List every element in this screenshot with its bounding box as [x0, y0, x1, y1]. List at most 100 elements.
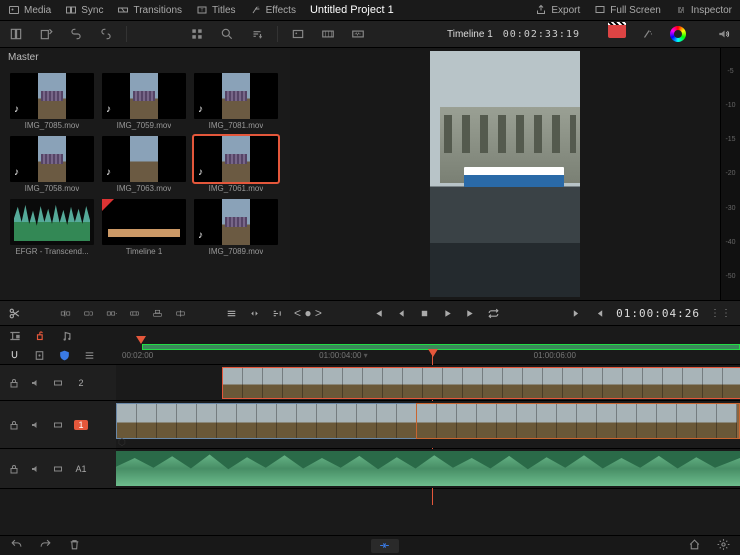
undo-icon[interactable] [10, 538, 23, 554]
skip-fwd-icon[interactable] [464, 307, 477, 320]
media-tab[interactable]: Media [8, 4, 51, 16]
markers-icon[interactable] [271, 307, 284, 320]
track-lane[interactable] [116, 449, 740, 488]
clip-item[interactable]: ♪IMG_7085.mov [10, 73, 94, 130]
bypass-fx-icon[interactable] [638, 24, 658, 44]
unlink-icon[interactable] [96, 24, 116, 44]
ripple-icon[interactable] [105, 307, 118, 320]
clip-item[interactable]: ♪IMG_7089.mov [194, 199, 278, 256]
time-ruler[interactable]: 00:02:00 01:00:04:00 ▾ 01:00:06:00 [116, 351, 740, 360]
track-lane[interactable] [116, 365, 740, 400]
transition-icon[interactable] [248, 307, 261, 320]
sort-icon[interactable] [247, 24, 267, 44]
transport-row: < ● > 01:00:04:26 ⋮⋮ [0, 300, 740, 326]
search-icon[interactable] [217, 24, 237, 44]
main-row: Master ♪IMG_7085.mov ♪IMG_7059.mov ♪IMG_… [0, 48, 740, 300]
redo-icon[interactable] [39, 538, 52, 554]
mute-icon[interactable] [30, 419, 42, 431]
skip-back-icon[interactable] [372, 307, 385, 320]
track-header[interactable]: A1 [0, 449, 116, 488]
scissors-icon[interactable] [8, 307, 21, 320]
music-icon: ♪ [198, 230, 203, 241]
effects-tab[interactable]: Effects [250, 4, 296, 16]
color-wheel-icon[interactable] [668, 24, 688, 44]
next-clip-icon[interactable] [570, 307, 583, 320]
image-view-icon[interactable] [288, 24, 308, 44]
source-overwrite-icon[interactable] [174, 307, 187, 320]
inspector-button[interactable]: Inspector [675, 4, 732, 16]
marker-icon[interactable] [33, 349, 46, 362]
clip-item[interactable]: ♪IMG_7059.mov [102, 73, 186, 130]
speaker-icon[interactable] [714, 24, 734, 44]
titles-tab[interactable]: TTitles [196, 4, 236, 16]
fx-badge: ⬡ [118, 437, 126, 448]
track-header[interactable]: 1 [0, 401, 116, 448]
lock-icon[interactable] [8, 377, 20, 389]
video-clip[interactable] [416, 403, 740, 439]
mini-playhead[interactable] [136, 336, 146, 344]
fullscreen-button[interactable]: Full Screen [594, 4, 661, 16]
video-clip[interactable] [222, 367, 740, 399]
cut-page-icon[interactable] [371, 539, 399, 553]
lock-icon[interactable] [8, 463, 20, 475]
step-back-icon[interactable] [395, 307, 408, 320]
clip-item-selected[interactable]: ♪IMG_7061.mov [194, 136, 278, 193]
svg-text:T: T [201, 8, 204, 13]
place-on-top-icon[interactable] [151, 307, 164, 320]
shield-icon[interactable] [58, 349, 71, 362]
snap-icon[interactable] [8, 349, 21, 362]
link-icon[interactable] [66, 24, 86, 44]
timeline-name-label[interactable]: Timeline 1 [447, 29, 493, 40]
list-icon[interactable] [83, 349, 96, 362]
transitions-tab[interactable]: Transitions [117, 4, 182, 16]
track-selector-icon[interactable] [34, 329, 48, 343]
timeline-item[interactable]: Timeline 1 [102, 199, 186, 256]
mute-icon[interactable] [30, 377, 42, 389]
music-icon: ♪ [106, 104, 111, 115]
settings-icon[interactable] [717, 538, 730, 554]
stacked-view-icon[interactable] [6, 24, 26, 44]
music-icon: ♪ [14, 104, 19, 115]
smart-insert-icon[interactable] [59, 307, 72, 320]
import-media-icon[interactable] [36, 24, 56, 44]
viewer-canvas[interactable] [290, 48, 720, 300]
music-icon: ♪ [198, 167, 203, 178]
audio-track-1: A1 [0, 448, 740, 488]
clip-item[interactable]: ♪IMG_7081.mov [194, 73, 278, 130]
bottom-bar [0, 535, 740, 555]
stop-icon[interactable] [418, 307, 431, 320]
toolbar-row: Timeline 1 00:02:33:19 [0, 20, 740, 48]
track-lane[interactable]: ⬡ [116, 401, 740, 448]
slate-icon[interactable] [608, 24, 628, 44]
video-frame [430, 51, 580, 297]
close-up-icon[interactable] [128, 307, 141, 320]
clip-item[interactable]: ♪IMG_7063.mov [102, 136, 186, 193]
mute-icon[interactable] [30, 463, 42, 475]
home-icon[interactable] [688, 538, 701, 554]
audio-clip-item[interactable]: EFGR - Transcend... [10, 199, 94, 256]
tools-icon[interactable] [225, 307, 238, 320]
bin-label[interactable]: Master [0, 48, 290, 67]
loop-icon[interactable] [487, 307, 500, 320]
clip-item[interactable]: ♪IMG_7058.mov [10, 136, 94, 193]
playhead[interactable] [428, 349, 438, 357]
more-icon[interactable]: ⋮⋮ [710, 308, 732, 319]
audio-clip[interactable] [116, 451, 740, 486]
append-icon[interactable] [82, 307, 95, 320]
sync-tab[interactable]: Sync [65, 4, 103, 16]
audio-sync-icon[interactable] [60, 329, 74, 343]
prev-clip-icon[interactable] [593, 307, 606, 320]
track-header[interactable]: 2 [0, 365, 116, 400]
filmstrip-icon[interactable] [318, 24, 338, 44]
audio-view-icon[interactable] [348, 24, 368, 44]
trash-icon[interactable] [68, 538, 81, 554]
visibility-icon[interactable] [52, 419, 64, 431]
play-icon[interactable] [441, 307, 454, 320]
export-button[interactable]: Export [535, 4, 580, 16]
timeline-lock-icon[interactable] [8, 329, 22, 343]
lock-icon[interactable] [8, 419, 20, 431]
video-clip[interactable] [116, 403, 416, 439]
visibility-icon[interactable] [52, 377, 64, 389]
grid-view-icon[interactable] [187, 24, 207, 44]
visibility-icon[interactable] [52, 463, 64, 475]
